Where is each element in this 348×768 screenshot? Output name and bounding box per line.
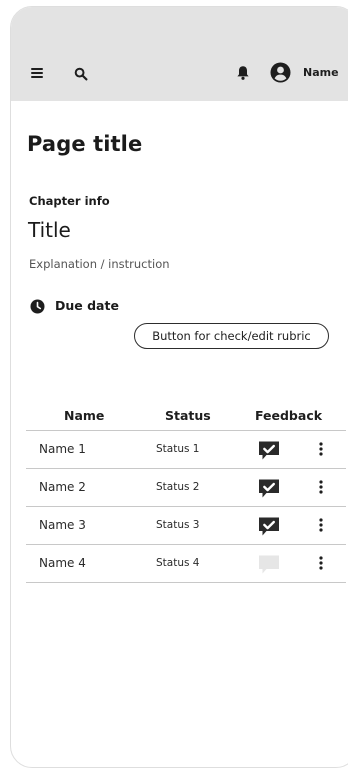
row-status: Status 3 <box>156 519 200 531</box>
menu-icon[interactable] <box>31 68 43 78</box>
more-vert-icon[interactable] <box>316 517 326 533</box>
column-header-status[interactable]: Status <box>165 408 211 423</box>
row-status: Status 4 <box>156 557 200 569</box>
column-header-name[interactable]: Name <box>64 408 104 423</box>
more-vert-icon[interactable] <box>316 479 326 495</box>
row-name: Name 2 <box>39 480 86 494</box>
feedback-given-icon[interactable] <box>257 516 281 537</box>
feedback-given-icon[interactable] <box>257 478 281 499</box>
submissions-table: Name Status Feedback Name 1 Status 1 Name … <box>26 400 346 583</box>
account-circle-icon[interactable] <box>270 62 291 83</box>
table-row[interactable]: Name 2 Status 2 <box>26 469 346 507</box>
assignment-title: Title <box>28 218 71 242</box>
row-name: Name 4 <box>39 556 86 570</box>
search-icon[interactable] <box>74 66 88 81</box>
table-row[interactable]: Name 1 Status 1 <box>26 431 346 469</box>
phone-frame: Name Page title Chapter info Title Expla… <box>10 6 348 768</box>
chapter-info: Chapter info <box>29 194 110 208</box>
column-header-feedback[interactable]: Feedback <box>255 408 322 423</box>
row-name: Name 3 <box>39 518 86 532</box>
table-row[interactable]: Name 4 Status 4 <box>26 545 346 583</box>
row-status: Status 2 <box>156 481 200 493</box>
table-row[interactable]: Name 3 Status 3 <box>26 507 346 545</box>
row-status: Status 1 <box>156 443 200 455</box>
explanation-text: Explanation / instruction <box>29 257 170 271</box>
table-header: Name Status Feedback <box>26 400 346 431</box>
bell-icon[interactable] <box>236 65 250 81</box>
table-body: Name 1 Status 1 Name 2 Status 2 Name 3 Status… <box>26 431 346 583</box>
feedback-given-icon[interactable] <box>257 440 281 461</box>
clock-icon <box>30 299 45 314</box>
due-date-label: Due date <box>55 298 119 313</box>
more-vert-icon[interactable] <box>316 555 326 571</box>
top-app-bar: Name <box>11 7 348 101</box>
user-name[interactable]: Name <box>303 66 339 79</box>
page-title: Page title <box>27 132 143 156</box>
feedback-empty-icon[interactable] <box>257 554 281 575</box>
row-name: Name 1 <box>39 442 86 456</box>
check-edit-rubric-button[interactable]: Button for check/edit rubric <box>134 323 329 349</box>
more-vert-icon[interactable] <box>316 441 326 457</box>
